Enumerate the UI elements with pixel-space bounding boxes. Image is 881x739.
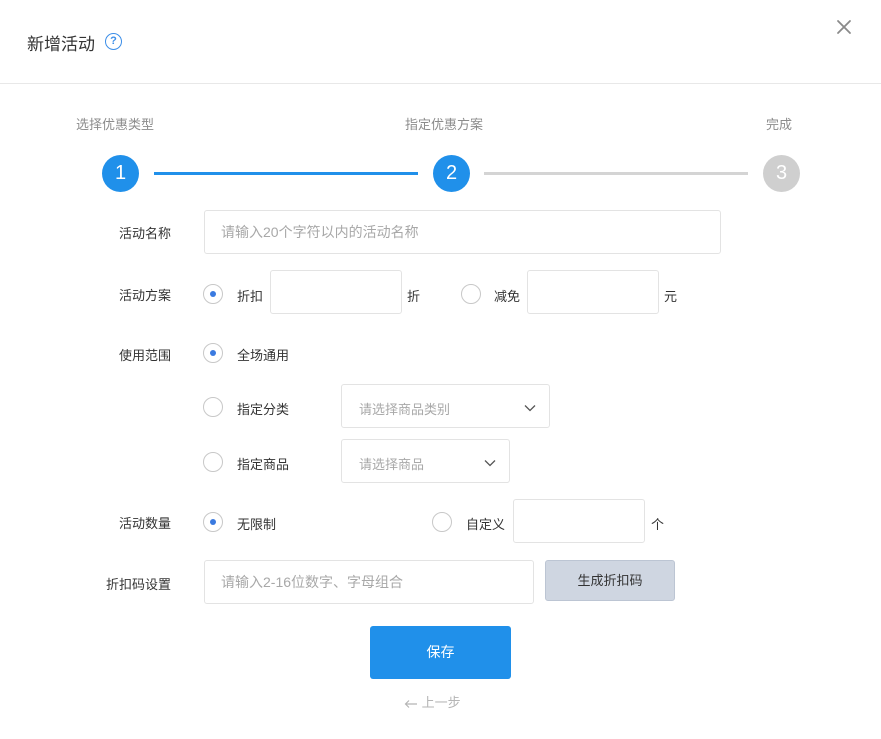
arrow-left-icon [404,695,422,710]
back-link-label: 上一步 [421,695,461,710]
chevron-down-icon [524,401,536,413]
activity-name-input[interactable] [204,210,721,254]
quantity-custom-label: 自定义 [466,517,506,532]
category-select[interactable]: 请选择商品类别 [341,384,550,428]
step-line-2 [484,172,748,175]
category-select-placeholder: 请选择商品类别 [359,402,451,417]
quantity-unlimited-label: 无限制 [237,517,277,532]
reduce-radio-label: 减免 [494,289,521,304]
scope-category-label: 指定分类 [237,402,290,417]
scope-all-label: 全场通用 [237,348,290,363]
discount-input[interactable] [270,270,402,314]
code-input[interactable] [204,560,534,604]
quantity-label: 活动数量 [118,516,171,531]
discount-unit: 折 [407,289,421,304]
discount-radio-label: 折扣 [237,289,264,304]
dialog-header: 新增活动 ? [0,0,881,84]
close-icon[interactable] [834,17,854,37]
reduce-radio[interactable] [461,284,481,304]
scope-label: 使用范围 [118,348,171,363]
quantity-custom-radio[interactable] [432,512,452,532]
activity-plan-label: 活动方案 [118,288,171,303]
reduce-unit: 元 [664,289,678,304]
scope-product-label: 指定商品 [237,457,290,472]
dialog-title: 新增活动 [27,35,95,54]
question-circle-icon[interactable]: ? [105,33,122,50]
product-select[interactable]: 请选择商品 [341,439,510,483]
code-label: 折扣码设置 [105,577,171,592]
scope-all-radio[interactable] [203,343,223,363]
quantity-unlimited-radio[interactable] [203,512,223,532]
product-select-placeholder: 请选择商品 [359,457,425,472]
step-2-circle: 2 [433,155,470,192]
discount-radio[interactable] [203,284,223,304]
quantity-unit: 个 [651,517,665,532]
step-3-circle: 3 [763,155,800,192]
generate-code-button[interactable]: 生成折扣码 [545,560,675,601]
step-3-label: 完成 [766,117,793,132]
step-line-1 [154,172,418,175]
activity-name-label: 活动名称 [118,226,171,241]
step-2-label: 指定优惠方案 [405,117,484,132]
scope-category-radio[interactable] [203,397,223,417]
step-1-circle: 1 [102,155,139,192]
back-link[interactable]: 上一步 [404,692,461,711]
step-1-label: 选择优惠类型 [76,117,155,132]
save-button[interactable]: 保存 [370,626,511,679]
reduce-input[interactable] [527,270,659,314]
chevron-down-icon [484,456,496,468]
scope-product-radio[interactable] [203,452,223,472]
quantity-custom-input[interactable] [513,499,645,543]
